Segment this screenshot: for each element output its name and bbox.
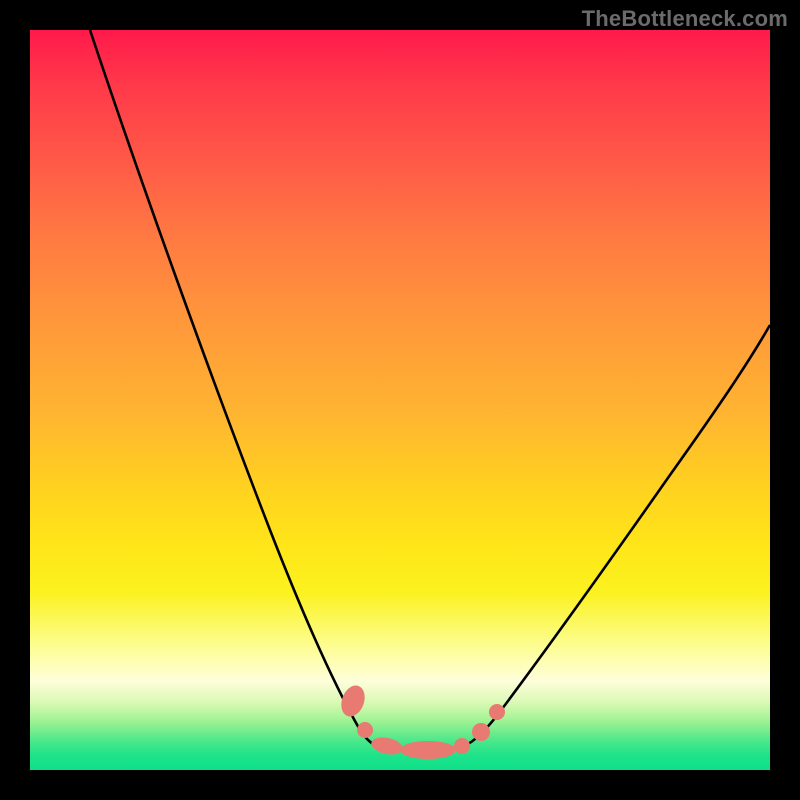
marker-1 (337, 682, 369, 720)
marker-7 (489, 704, 505, 720)
plot-area (30, 30, 770, 770)
marker-6 (472, 723, 490, 741)
bottleneck-curve (30, 30, 770, 770)
chart-frame: TheBottleneck.com (0, 0, 800, 800)
marker-5 (454, 738, 470, 754)
marker-4 (400, 741, 456, 759)
curve-left (90, 30, 380, 747)
marker-2 (357, 722, 373, 738)
marker-3 (370, 735, 405, 757)
watermark-text: TheBottleneck.com (582, 6, 788, 32)
curve-right (462, 325, 770, 747)
